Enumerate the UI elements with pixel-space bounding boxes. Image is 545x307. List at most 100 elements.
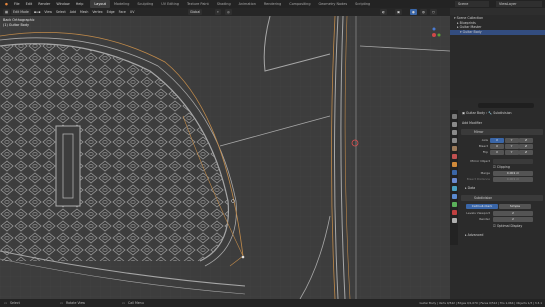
clipping-label: Clipping: [496, 165, 510, 169]
menu-render[interactable]: Render: [35, 0, 53, 8]
mirror-axis-z[interactable]: Z: [519, 138, 533, 143]
3d-viewport[interactable]: Back Orthographic (1) Guitar Body: [0, 16, 450, 299]
advanced-subpanel[interactable]: ▸ Advanced: [465, 233, 483, 238]
optimal-display-label: Optimal Display: [496, 224, 523, 228]
menu-edge[interactable]: Edge: [105, 9, 117, 15]
menu-help[interactable]: Help: [73, 0, 87, 8]
outliner-item-label: Guitar Master: [459, 25, 482, 29]
tab-compositing[interactable]: Compositing: [285, 0, 314, 8]
snap-icon[interactable]: ⌖: [215, 9, 221, 15]
view-layer-label: ViewLayer: [499, 2, 517, 6]
flip-x[interactable]: X: [490, 150, 504, 155]
output-tab-icon[interactable]: [451, 130, 457, 135]
shading-rendered-icon[interactable]: ○: [430, 9, 437, 15]
outliner-item-guitar-body[interactable]: ▾ Guitar Body: [450, 29, 545, 35]
texture-tab-icon[interactable]: [451, 218, 457, 223]
particles-tab-icon[interactable]: [451, 178, 457, 183]
menu-view[interactable]: View: [42, 9, 54, 15]
modifier-tab-icon[interactable]: [451, 170, 457, 175]
data-label: Data: [467, 186, 476, 190]
add-modifier-label: Add Modifier: [462, 121, 483, 125]
menu-window[interactable]: Window: [53, 0, 72, 8]
world-tab-icon[interactable]: [451, 154, 457, 159]
status-rotate: Rotate View: [66, 301, 86, 305]
object-name: Guitar Body: [466, 111, 485, 115]
flip-y[interactable]: Y: [504, 150, 519, 155]
shading-solid-icon[interactable]: ●: [410, 9, 417, 15]
transform-orientation[interactable]: Global: [188, 9, 203, 15]
flip-label: Flip: [482, 150, 488, 154]
selected-vertex[interactable]: [241, 255, 245, 259]
view-name: Back Orthographic: [3, 18, 35, 22]
menu-mesh[interactable]: Mesh: [78, 9, 90, 15]
view-layer-selector[interactable]: ViewLayer: [496, 1, 542, 7]
render-tab-icon[interactable]: [451, 122, 457, 127]
merge-field[interactable]: 0.001 m: [493, 171, 533, 176]
levels-viewport-field[interactable]: 2: [493, 211, 533, 216]
tab-shading[interactable]: Shading: [213, 0, 235, 8]
axis-gizmo-icon[interactable]: [425, 26, 443, 44]
physics-tab-icon[interactable]: [451, 186, 457, 191]
outliner-header: [450, 8, 545, 15]
tab-uv-editing[interactable]: UV Editing: [157, 0, 183, 8]
clipping-checkbox[interactable]: ☑ Clipping: [493, 165, 510, 170]
bisect-distance-label: Bisect Distance: [466, 177, 490, 181]
scene-selector[interactable]: Scene: [455, 1, 489, 7]
catmull-clark-button[interactable]: Catmull-Clark: [466, 204, 498, 209]
menu-vertex[interactable]: Vertex: [90, 9, 104, 15]
transform-label: Global: [190, 10, 201, 14]
properties-tabs: [450, 110, 458, 245]
xray-icon[interactable]: ▣: [395, 9, 403, 15]
menu-face[interactable]: Face: [117, 9, 128, 15]
mirror-object-field[interactable]: [493, 159, 533, 164]
menu-select[interactable]: Select: [54, 9, 68, 15]
bisect-y[interactable]: Y: [504, 144, 519, 149]
add-modifier-button[interactable]: Add Modifier: [462, 121, 482, 126]
bisect-distance-field[interactable]: 0.001 m: [493, 177, 533, 182]
menu-file[interactable]: File: [11, 0, 23, 8]
status-bar: ▭ Select ▭ Rotate View ▭ Call Menu Guita…: [0, 299, 545, 307]
mirror-axis-x[interactable]: X: [490, 138, 504, 143]
mode-selector[interactable]: Edit Mode: [11, 9, 31, 15]
navigation-gizmo[interactable]: [425, 26, 443, 44]
mouse-middle-icon: ▭: [60, 301, 64, 305]
bisect-z[interactable]: Z: [519, 144, 533, 149]
mouse-right-icon: ▭: [122, 301, 126, 305]
tab-rendering[interactable]: Rendering: [260, 0, 285, 8]
select-mode-icons[interactable]: ▪▫▪: [32, 9, 42, 15]
properties-search[interactable]: [478, 103, 534, 108]
proportional-icon[interactable]: ◎: [225, 9, 232, 15]
object-tab-icon[interactable]: [451, 162, 457, 167]
editor-type-icon[interactable]: ▦: [3, 9, 11, 15]
scene-tab-icon[interactable]: [451, 146, 457, 151]
material-tab-icon[interactable]: [451, 210, 457, 215]
tab-animation[interactable]: Animation: [235, 0, 260, 8]
menu-edit[interactable]: Edit: [23, 0, 36, 8]
render-levels-field[interactable]: 2: [493, 217, 533, 222]
constraints-tab-icon[interactable]: [451, 194, 457, 199]
data-tab-icon[interactable]: [451, 202, 457, 207]
advanced-label: Advanced: [467, 233, 484, 237]
tool-tab-icon[interactable]: [451, 114, 457, 119]
data-subpanel[interactable]: ▸ Data: [465, 186, 475, 191]
tab-scripting[interactable]: Scripting: [351, 0, 374, 8]
tab-texture-paint[interactable]: Texture Paint: [183, 0, 213, 8]
tab-modeling[interactable]: Modeling: [110, 0, 133, 8]
view-layer-tab-icon[interactable]: [451, 138, 457, 143]
flip-z[interactable]: Z: [519, 150, 533, 155]
simple-button[interactable]: Simple: [499, 204, 531, 209]
mirror-axis-y[interactable]: Y: [504, 138, 519, 143]
optimal-display-checkbox[interactable]: ☑ Optimal Display: [493, 224, 522, 229]
tab-sculpting[interactable]: Sculpting: [133, 0, 157, 8]
top-bar: ● File Edit Render Window Help Layout Mo…: [0, 0, 545, 8]
status-select: Select: [10, 301, 20, 305]
bisect-x[interactable]: X: [490, 144, 504, 149]
menu-add[interactable]: Add: [68, 9, 78, 15]
overlay-icon[interactable]: ◐: [380, 9, 387, 15]
viewport-canvas[interactable]: [0, 16, 450, 299]
tab-layout[interactable]: Layout: [90, 0, 110, 8]
tab-geometry-nodes[interactable]: Geometry Nodes: [315, 0, 352, 8]
menu-uv[interactable]: UV: [128, 9, 137, 15]
shading-material-icon[interactable]: ◍: [420, 9, 427, 15]
blender-logo-icon[interactable]: ●: [2, 0, 11, 8]
